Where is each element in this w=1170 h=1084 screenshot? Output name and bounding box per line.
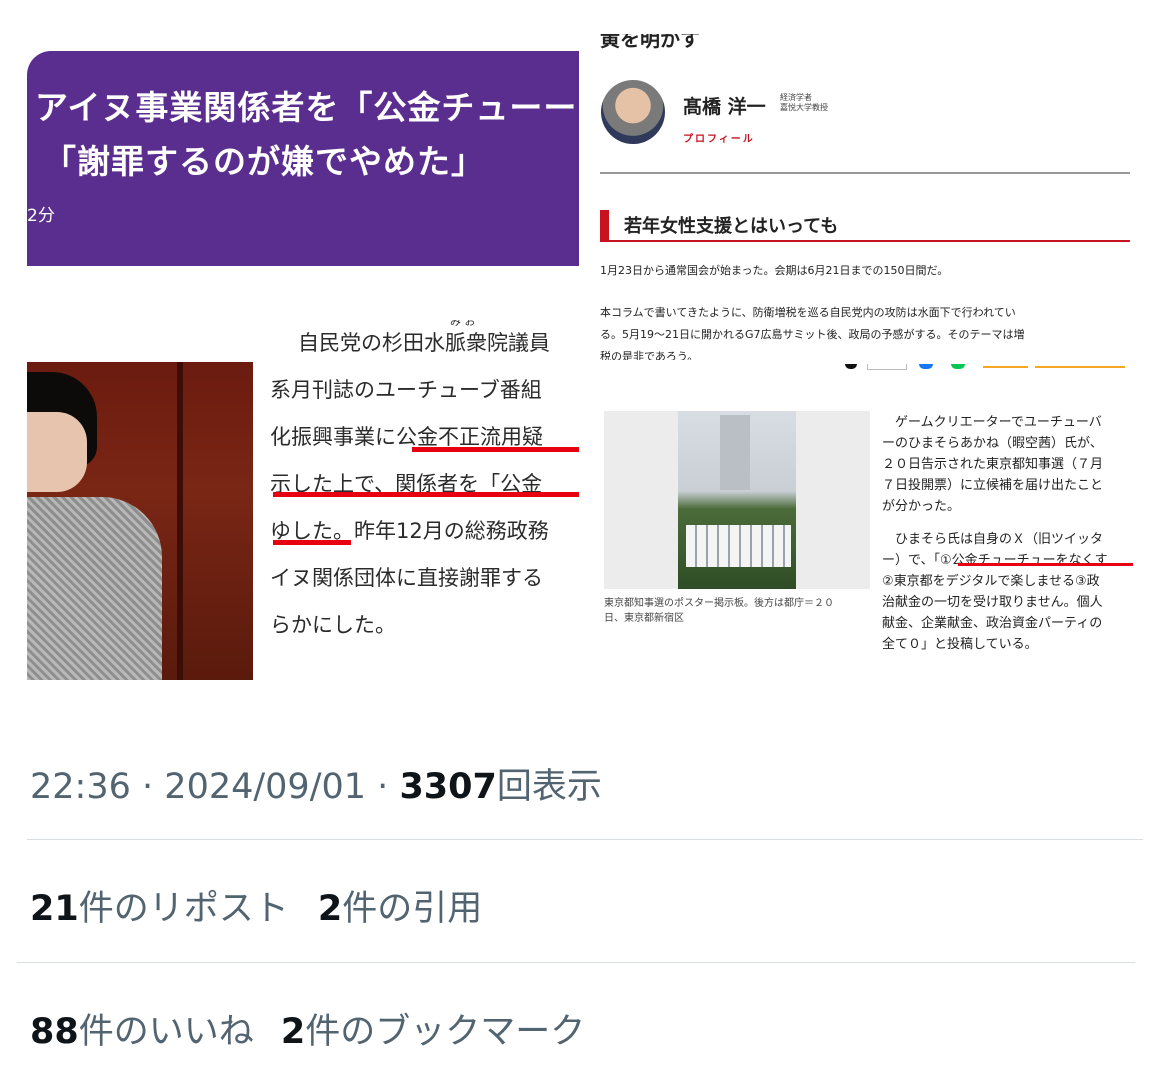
bookmarks-label: 件のブックマーク [305, 1012, 586, 1052]
body-line: ーのひまそらあかね（暇空茜）氏が、 [882, 436, 1103, 451]
author-titles: 経済学者 嘉悦大学教授 [780, 93, 828, 113]
red-underline [273, 492, 579, 497]
body-line: ー）で、「①公金チューチューをなくす [882, 553, 1108, 568]
tweet-date[interactable]: 2024/09/01 [164, 767, 366, 807]
body-line: ②東京都をデジタルで楽しませる③政 [882, 574, 1100, 589]
paragraph-line: 本コラムで書いてきたように、防衛増税を巡る自民党内の攻防は水面下で行われてい [600, 306, 1016, 319]
reposts-link[interactable]: 21件のリポスト [30, 889, 289, 929]
tweet-timestamp-row: 22:36 · 2024/09/01 · 3307回表示 [30, 758, 602, 809]
view-count: 3307 [399, 767, 497, 807]
body-line: ７日投開票）に立候補を届け出たこと [882, 478, 1104, 493]
body-line: ２０日告示された東京都知事選（７月 [882, 457, 1104, 472]
body-line: ひまそら氏は自身のＸ（旧ツイッタ [882, 532, 1104, 547]
headline-line-2: 「謝罪するのが嫌でやめた」 [43, 142, 485, 181]
share-buttons-strip [845, 364, 1130, 372]
quotes-link[interactable]: 2件の引用 [318, 889, 482, 929]
article-line: 化振興事業に公金不正流用疑 [270, 425, 543, 449]
section-marker [600, 210, 609, 240]
profile-link[interactable]: プロフィール [683, 130, 755, 145]
divider [600, 172, 1130, 174]
headline-banner: アイヌ事業関係者を「公金チューーチ 「謝罪するのが嫌でやめた」 2分 [27, 51, 610, 266]
author-name: 髙橋 洋一 [683, 96, 766, 118]
quotes-count: 2 [317, 889, 343, 929]
likes-link[interactable]: 88件のいいね [30, 1012, 254, 1052]
divider [17, 962, 1135, 963]
read-time: 2分 [27, 206, 55, 226]
reposts-count: 21 [30, 889, 79, 929]
paragraph-1: 1月23日から通常国会が始まった。会期は6月21日までの150日間だ。 [600, 264, 949, 277]
cut-heading: 黄を明かす [600, 34, 700, 50]
poster-boards [686, 525, 791, 567]
body-line: ゲームクリエーターでユーチューバ [882, 415, 1102, 430]
paragraph-line: る。5月19〜21日に開かれるG7広島サミット後、政局の予感がする。そのテーマは… [600, 328, 1025, 341]
bookmarks-link[interactable]: 2件のブックマーク [281, 1012, 585, 1052]
divider [27, 839, 1143, 840]
body-line: 治献金の一切を受け取りません。個人 [882, 595, 1103, 610]
news-body: ゲームクリエーターでユーチューバ ーのひまそらあかね（暇空茜）氏が、 ２０日告示… [882, 412, 1108, 655]
section-rule [600, 240, 1130, 242]
headline-line-1: アイヌ事業関係者を「公金チューーチ [35, 88, 612, 127]
red-underline [958, 563, 1133, 566]
body-line: が分かった。 [882, 499, 961, 514]
article-line: イヌ関係団体に直接謝罪する [270, 566, 543, 590]
author-avatar [601, 80, 665, 144]
view-label: 回表示 [496, 767, 602, 807]
likes-count: 88 [30, 1012, 79, 1052]
photo-caption: 東京都知事選のポスター掲示板。後方は都庁＝２０ 日、東京都新宿区 [604, 596, 834, 626]
red-underline [412, 447, 579, 452]
reposts-label: 件のリポスト [78, 889, 289, 929]
article-line: 自民党の杉田水脈衆院議員 [298, 331, 550, 355]
meta-separator: · [142, 767, 154, 807]
author-title: 経済学者 [780, 93, 812, 102]
engagement-row-2: 88件のいいね 2件のブックマーク [30, 1003, 585, 1054]
body-line: 献金、企業献金、政治資金パーティの [882, 616, 1103, 631]
likes-label: 件のいいね [78, 1012, 254, 1052]
author-title: 嘉悦大学教授 [780, 103, 828, 112]
red-underline [273, 540, 351, 545]
quotes-label: 件の引用 [342, 889, 483, 929]
paragraph-line: 税の是非であろう。 [600, 350, 699, 360]
meta-separator: · [377, 767, 389, 807]
article-line: 系月刊誌のユーチューブ番組 [270, 378, 542, 402]
tweet-time[interactable]: 22:36 [30, 767, 131, 807]
tocho-tower [720, 415, 750, 490]
caption-line: 日、東京都新宿区 [604, 613, 684, 624]
engagement-row-1: 21件のリポスト 2件の引用 [30, 880, 482, 931]
paragraph-2: 本コラムで書いてきたように、防衛増税を巡る自民党内の攻防は水面下で行われてい る… [600, 302, 1130, 360]
section-heading: 若年女性支援とはいっても [624, 216, 839, 237]
body-line: 全て０」と投稿している。 [882, 637, 1038, 652]
article-line: らかにした。 [270, 613, 396, 637]
ruby-text: み お [450, 320, 476, 328]
caption-line: 東京都知事選のポスター掲示板。後方は都庁＝２０ [604, 598, 834, 609]
politician-photo [27, 312, 253, 680]
article-excerpt: み お自民党の杉田水脈衆院議員 系月刊誌のユーチューブ番組 化振興事業に公金不正… [270, 320, 580, 649]
bookmarks-count: 2 [280, 1012, 306, 1052]
